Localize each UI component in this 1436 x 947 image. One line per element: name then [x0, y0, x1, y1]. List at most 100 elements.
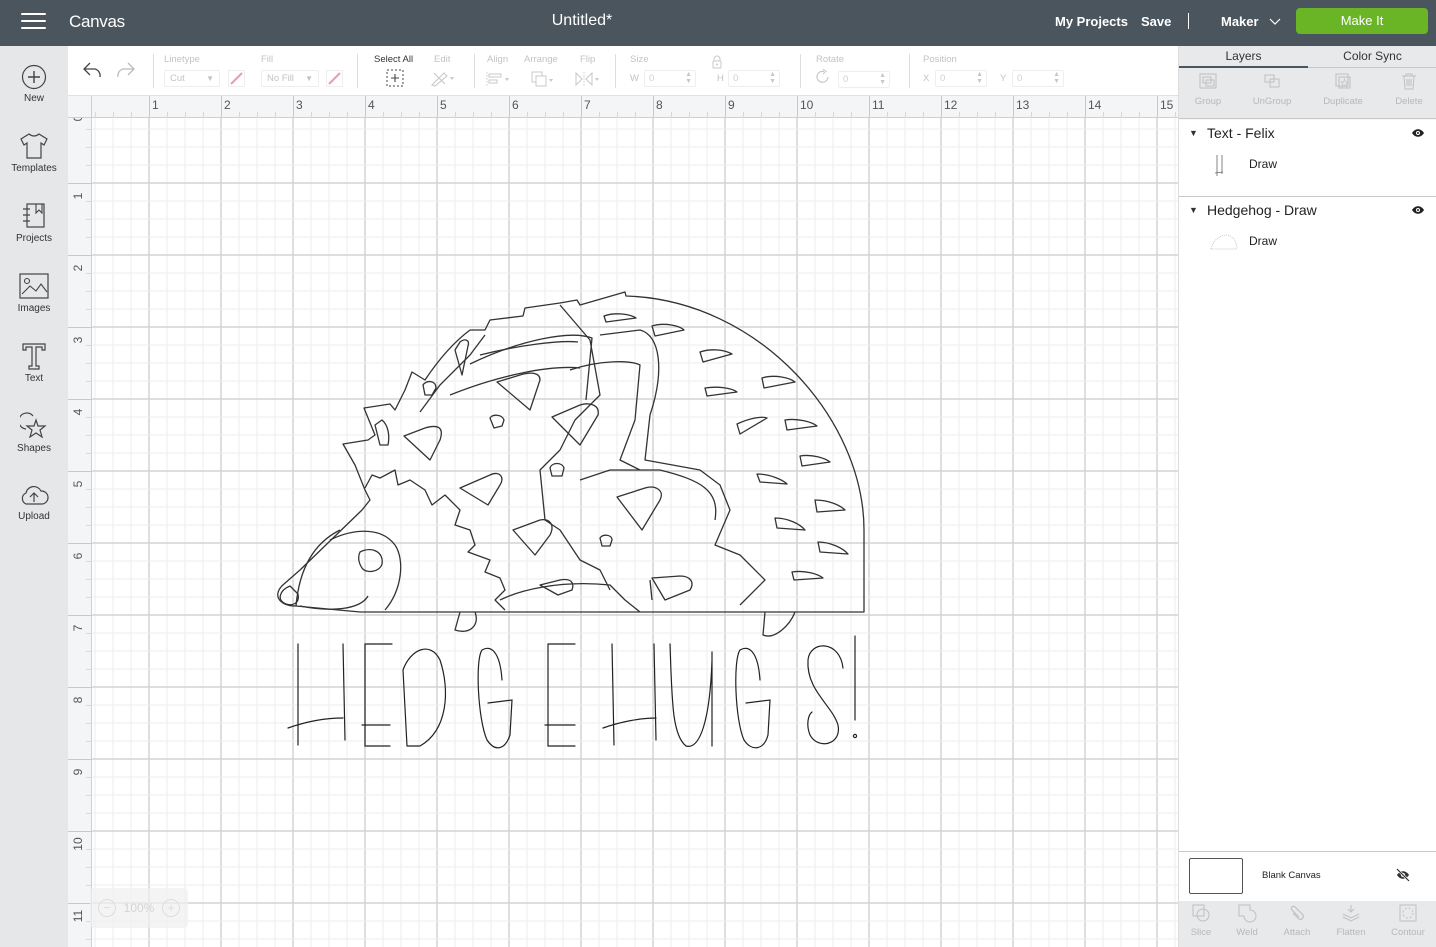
- slice-button[interactable]: Slice: [1175, 903, 1227, 938]
- linetype-color-swatch[interactable]: [228, 70, 245, 87]
- ruler-tick-label: 8: [656, 98, 663, 112]
- text-layer-thumbnail: [1214, 155, 1224, 176]
- height-input[interactable]: 0 ▲ ▼: [728, 70, 780, 87]
- flatten-button[interactable]: Flatten: [1325, 903, 1377, 938]
- ruler-tick: [86, 291, 92, 292]
- tab-color-sync[interactable]: Color Sync: [1308, 49, 1436, 63]
- chevron-down-icon: [1269, 18, 1281, 25]
- size-label: Size: [630, 54, 649, 65]
- fill-color-swatch[interactable]: [326, 70, 343, 87]
- zoom-in-button[interactable]: +: [161, 899, 180, 917]
- ungroup-button[interactable]: UnGroup: [1240, 72, 1304, 107]
- attach-button[interactable]: Attach: [1271, 903, 1323, 938]
- ruler-tick: [1121, 112, 1122, 118]
- ruler-tick: [86, 795, 92, 796]
- spinner-icon[interactable]: ▲ ▼: [1053, 71, 1060, 85]
- divider: [474, 54, 475, 88]
- machine-select[interactable]: Maker: [1221, 14, 1281, 29]
- fill-select[interactable]: No Fill ▼: [261, 70, 319, 87]
- ruler-tick: [86, 219, 92, 220]
- layer-item[interactable]: Draw: [1179, 223, 1436, 261]
- rotate-input[interactable]: 0 ▲ ▼: [838, 71, 890, 88]
- sidebar-item-shapes[interactable]: Shapes: [0, 412, 68, 482]
- eye-icon[interactable]: [1411, 128, 1425, 138]
- ruler-tick: [68, 183, 92, 184]
- ungroup-icon: [1264, 74, 1280, 88]
- fill-value: No Fill: [267, 73, 294, 84]
- spinner-icon[interactable]: ▲ ▼: [685, 71, 692, 85]
- ruler-tick: [455, 112, 456, 118]
- ruler-tick: [635, 112, 636, 118]
- width-input[interactable]: 0 ▲ ▼: [644, 70, 696, 87]
- contour-button[interactable]: Contour: [1382, 903, 1434, 938]
- linetype-select[interactable]: Cut ▼: [164, 70, 220, 87]
- select-all-icon[interactable]: [386, 69, 404, 87]
- ruler-tick-label: 11: [71, 909, 85, 923]
- sidebar-item-upload[interactable]: Upload: [0, 482, 68, 552]
- edit-icon[interactable]: [430, 69, 456, 87]
- ruler-tick: [86, 453, 92, 454]
- undo-icon[interactable]: [82, 61, 104, 79]
- arrange-icon[interactable]: [530, 70, 556, 88]
- layer-item[interactable]: Draw: [1179, 146, 1436, 184]
- x-input[interactable]: 0 ▲ ▼: [935, 70, 987, 87]
- eye-icon[interactable]: [1411, 205, 1425, 215]
- spinner-icon[interactable]: ▲ ▼: [769, 71, 776, 85]
- ruler-tick: [185, 112, 186, 118]
- sidebar-item-images[interactable]: Images: [0, 272, 68, 342]
- align-icon[interactable]: [486, 71, 512, 87]
- spinner-icon[interactable]: ▲ ▼: [879, 72, 886, 86]
- caret-down-icon[interactable]: ▼: [1189, 205, 1198, 215]
- trash-icon: [1402, 73, 1416, 90]
- layer-group-header[interactable]: ▼ Text - Felix: [1179, 120, 1436, 146]
- duplicate-button[interactable]: Duplicate: [1311, 72, 1375, 107]
- sidebar-item-new[interactable]: New: [0, 64, 68, 134]
- rotate-icon: [816, 69, 829, 83]
- weld-button[interactable]: Weld: [1221, 903, 1273, 938]
- ruler-tick: [995, 112, 996, 118]
- ruler-tick: [68, 687, 92, 688]
- ruler-tick-label: 10: [71, 837, 85, 851]
- ruler-tick: [1157, 96, 1158, 118]
- lock-icon[interactable]: [710, 55, 724, 69]
- ruler-tick: [86, 273, 92, 274]
- sidebar-item-text[interactable]: Text: [0, 342, 68, 412]
- ruler-tick: [86, 885, 92, 886]
- ruler-tick: [941, 96, 942, 118]
- linetype-label: Linetype: [164, 54, 200, 65]
- ruler-tick: [68, 543, 92, 544]
- ruler-tick: [293, 96, 294, 118]
- group-button[interactable]: Group: [1176, 72, 1240, 107]
- zoom-control: − 100% +: [90, 888, 188, 928]
- delete-button[interactable]: Delete: [1377, 72, 1436, 107]
- ruler-tick-label: 10: [800, 98, 814, 112]
- sidebar-item-projects[interactable]: Projects: [0, 202, 68, 272]
- canvas-color-swatch[interactable]: [1189, 858, 1243, 894]
- y-input[interactable]: 0 ▲ ▼: [1012, 70, 1064, 87]
- make-it-button[interactable]: Make It: [1296, 8, 1428, 34]
- ruler-tick: [275, 112, 276, 118]
- ruler-tick-label: 9: [71, 768, 85, 776]
- ruler-tick: [86, 201, 92, 202]
- layer-group-header[interactable]: ▼ Hedgehog - Draw: [1179, 197, 1436, 223]
- select-all-label[interactable]: Select All: [374, 54, 413, 65]
- divider: [800, 54, 801, 88]
- eye-hidden-icon[interactable]: [1395, 868, 1411, 882]
- divider: [615, 54, 616, 88]
- tab-layers[interactable]: Layers: [1179, 49, 1308, 68]
- my-projects-link[interactable]: My Projects: [1055, 14, 1128, 29]
- sidebar-item-label: Text: [24, 373, 44, 384]
- ruler-tick: [779, 112, 780, 118]
- ruler-tick: [437, 96, 438, 118]
- redo-icon[interactable]: [114, 61, 136, 79]
- flip-icon[interactable]: [574, 70, 602, 88]
- ruler-tick: [1085, 96, 1086, 118]
- save-button[interactable]: Save: [1141, 14, 1171, 29]
- hedgehugs-text-design[interactable]: [68, 96, 1178, 947]
- caret-down-icon[interactable]: ▼: [1189, 128, 1198, 138]
- spinner-icon[interactable]: ▲ ▼: [976, 71, 983, 85]
- zoom-out-button[interactable]: −: [98, 899, 116, 917]
- design-canvas[interactable]: 1 2 3 4 5 6 7 8 9 10 11 12 13 14 15 0 1 2 3 4 5 6 7 8 9 10 11 − 1…: [68, 96, 1178, 947]
- weld-label: Weld: [1236, 927, 1258, 938]
- sidebar-item-templates[interactable]: Templates: [0, 132, 68, 202]
